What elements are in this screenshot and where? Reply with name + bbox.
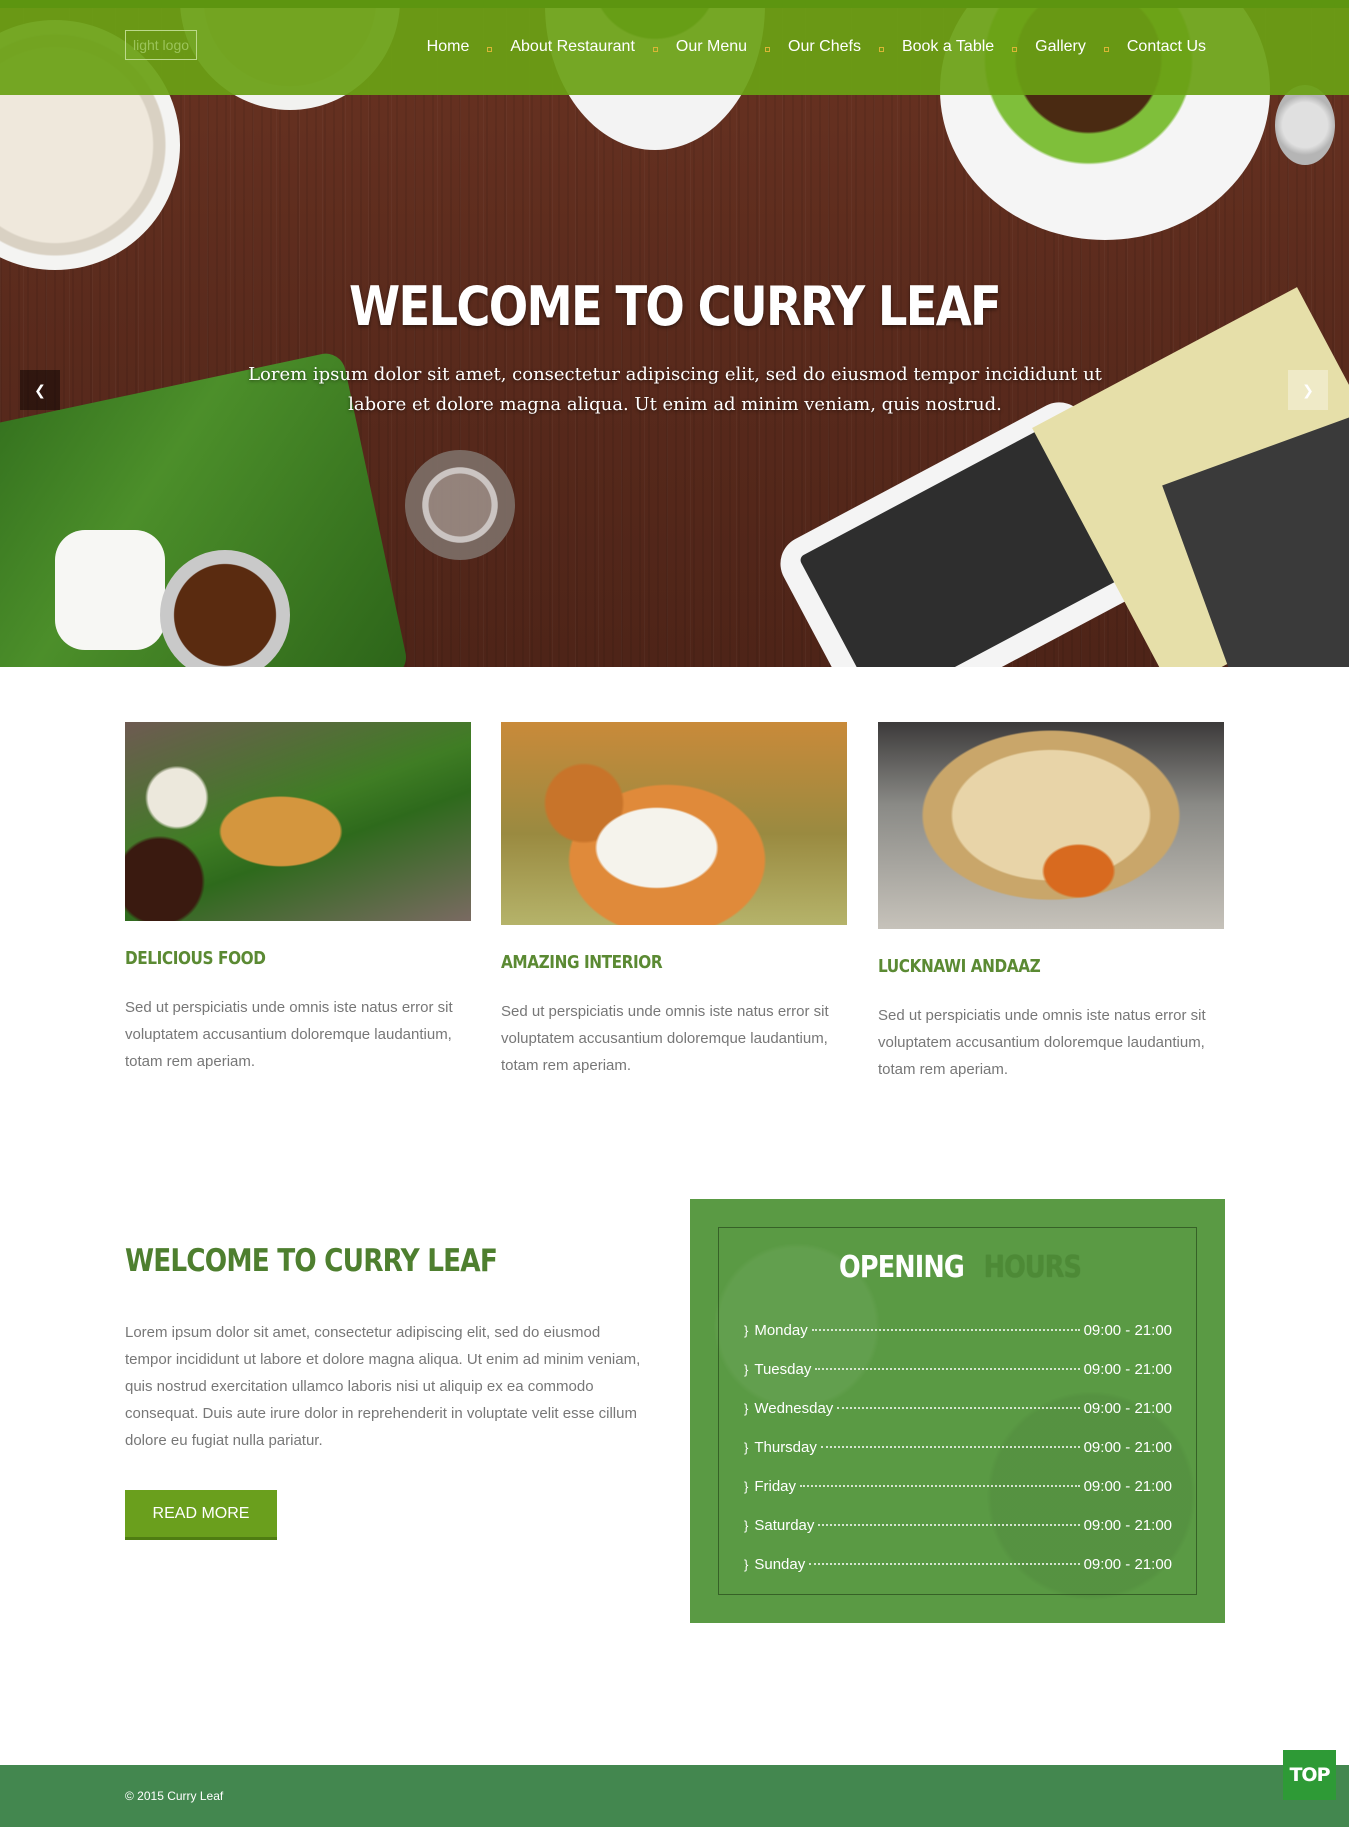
hero-subtitle: Lorem ipsum dolor sit amet, consectetur … (248, 364, 1102, 415)
site-logo[interactable]: light logo (125, 30, 197, 60)
opening-hours-frame: OPENING HOURS } Monday 09:00 - 21:00 } Tu… (718, 1227, 1197, 1595)
feature-title: AMAZING INTERIOR (501, 952, 663, 973)
hours-time: 09:00 - 21:00 (1083, 1361, 1172, 1378)
dotted-leader (811, 1329, 1080, 1331)
feature-text: Sed ut perspiciatis unde omnis iste natu… (501, 1003, 829, 1074)
feature-image (125, 722, 471, 921)
nav-separator-icon (878, 46, 884, 52)
navbar: light logo Home About Restaurant Our Men… (0, 0, 1349, 95)
welcome-text: Lorem ipsum dolor sit amet, consectetur … (125, 1324, 641, 1449)
feature-image (501, 722, 847, 925)
hero-slider: WELCOME TO CURRY LEAF Lorem ipsum dolor … (0, 0, 1349, 667)
back-to-top-button[interactable]: TOP (1283, 1750, 1336, 1800)
dotted-leader (820, 1446, 1080, 1448)
read-more-button[interactable]: READ MORE (125, 1490, 277, 1540)
hours-time: 09:00 - 21:00 (1083, 1322, 1172, 1339)
dotted-leader (815, 1368, 1080, 1370)
prev-arrow-icon[interactable]: ❮ (20, 370, 60, 410)
nav-our-chefs[interactable]: Our Chefs (788, 38, 861, 56)
dotted-leader (837, 1407, 1080, 1409)
hours-row-friday: } Friday 09:00 - 21:00 (744, 1478, 1172, 1517)
hours-time: 09:00 - 21:00 (1083, 1556, 1172, 1573)
feature-image (878, 722, 1224, 929)
nav-separator-icon (487, 46, 493, 52)
hours-row-thursday: } Thursday 09:00 - 21:00 (744, 1439, 1172, 1478)
nav-contact-us[interactable]: Contact Us (1127, 38, 1206, 56)
brace-icon: } (744, 1362, 749, 1377)
opening-hours-title-part2: HOURS (983, 1250, 1081, 1285)
copyright-text: © 2015 Curry Leaf (125, 1789, 224, 1803)
hours-day: Friday (754, 1478, 797, 1495)
opening-hours-title-part1: OPENING (838, 1250, 965, 1285)
nav-separator-icon (765, 46, 771, 52)
steel-glass-image (405, 450, 515, 560)
hours-time: 09:00 - 21:00 (1083, 1478, 1172, 1495)
nav-separator-icon (1012, 46, 1018, 52)
brace-icon: } (744, 1401, 749, 1416)
brace-icon: } (744, 1557, 749, 1572)
next-arrow-icon[interactable]: ❯ (1288, 370, 1328, 410)
dotted-leader (809, 1563, 1080, 1565)
hours-row-sunday: } Sunday 09:00 - 21:00 (744, 1556, 1172, 1595)
nav-our-menu[interactable]: Our Menu (676, 38, 747, 56)
opening-hours-panel: OPENING HOURS } Monday 09:00 - 21:00 } Tu… (690, 1199, 1225, 1623)
hours-day: Thursday (754, 1439, 817, 1456)
rice-image (55, 530, 165, 650)
hours-time: 09:00 - 21:00 (1083, 1400, 1172, 1417)
spoon-image (1275, 85, 1335, 165)
hours-row-monday: } Monday 09:00 - 21:00 (744, 1322, 1172, 1361)
main-nav: Home About Restaurant Our Menu Our Chefs… (427, 38, 1206, 56)
hours-day: Sunday (754, 1556, 806, 1573)
hours-day: Saturday (754, 1517, 815, 1534)
hours-time: 09:00 - 21:00 (1083, 1517, 1172, 1534)
brace-icon: } (744, 1518, 749, 1533)
feature-title: DELICIOUS FOOD (125, 948, 266, 969)
opening-hours-title: OPENING HOURS (719, 1250, 1198, 1285)
dotted-leader (818, 1524, 1080, 1526)
nav-gallery[interactable]: Gallery (1035, 38, 1086, 56)
dotted-leader (800, 1485, 1080, 1487)
nav-separator-icon (652, 46, 658, 52)
brace-icon: } (744, 1479, 749, 1494)
hours-row-tuesday: } Tuesday 09:00 - 21:00 (744, 1361, 1172, 1400)
hours-row-wednesday: } Wednesday 09:00 - 21:00 (744, 1400, 1172, 1439)
nav-separator-icon (1103, 46, 1109, 52)
feature-text: Sed ut perspiciatis unde omnis iste natu… (125, 999, 453, 1070)
hours-row-saturday: } Saturday 09:00 - 21:00 (744, 1517, 1172, 1556)
opening-hours-list: } Monday 09:00 - 21:00 } Tuesday 09:00 -… (744, 1322, 1172, 1595)
hours-time: 09:00 - 21:00 (1083, 1439, 1172, 1456)
nav-about-restaurant[interactable]: About Restaurant (510, 38, 635, 56)
nav-book-a-table[interactable]: Book a Table (902, 38, 994, 56)
hours-day: Monday (754, 1322, 808, 1339)
hours-day: Tuesday (754, 1361, 812, 1378)
welcome-title: WELCOME TO CURRY LEAF (125, 1243, 498, 1279)
brace-icon: } (744, 1440, 749, 1455)
feature-title: LUCKNAWI ANDAAZ (878, 956, 1041, 977)
hero-title: WELCOME TO CURRY LEAF (349, 275, 1002, 338)
hours-day: Wednesday (754, 1400, 834, 1417)
feature-text: Sed ut perspiciatis unde omnis iste natu… (878, 1007, 1206, 1078)
nav-home[interactable]: Home (427, 38, 470, 56)
footer: © 2015 Curry Leaf (0, 1765, 1349, 1827)
brace-icon: } (744, 1323, 749, 1338)
